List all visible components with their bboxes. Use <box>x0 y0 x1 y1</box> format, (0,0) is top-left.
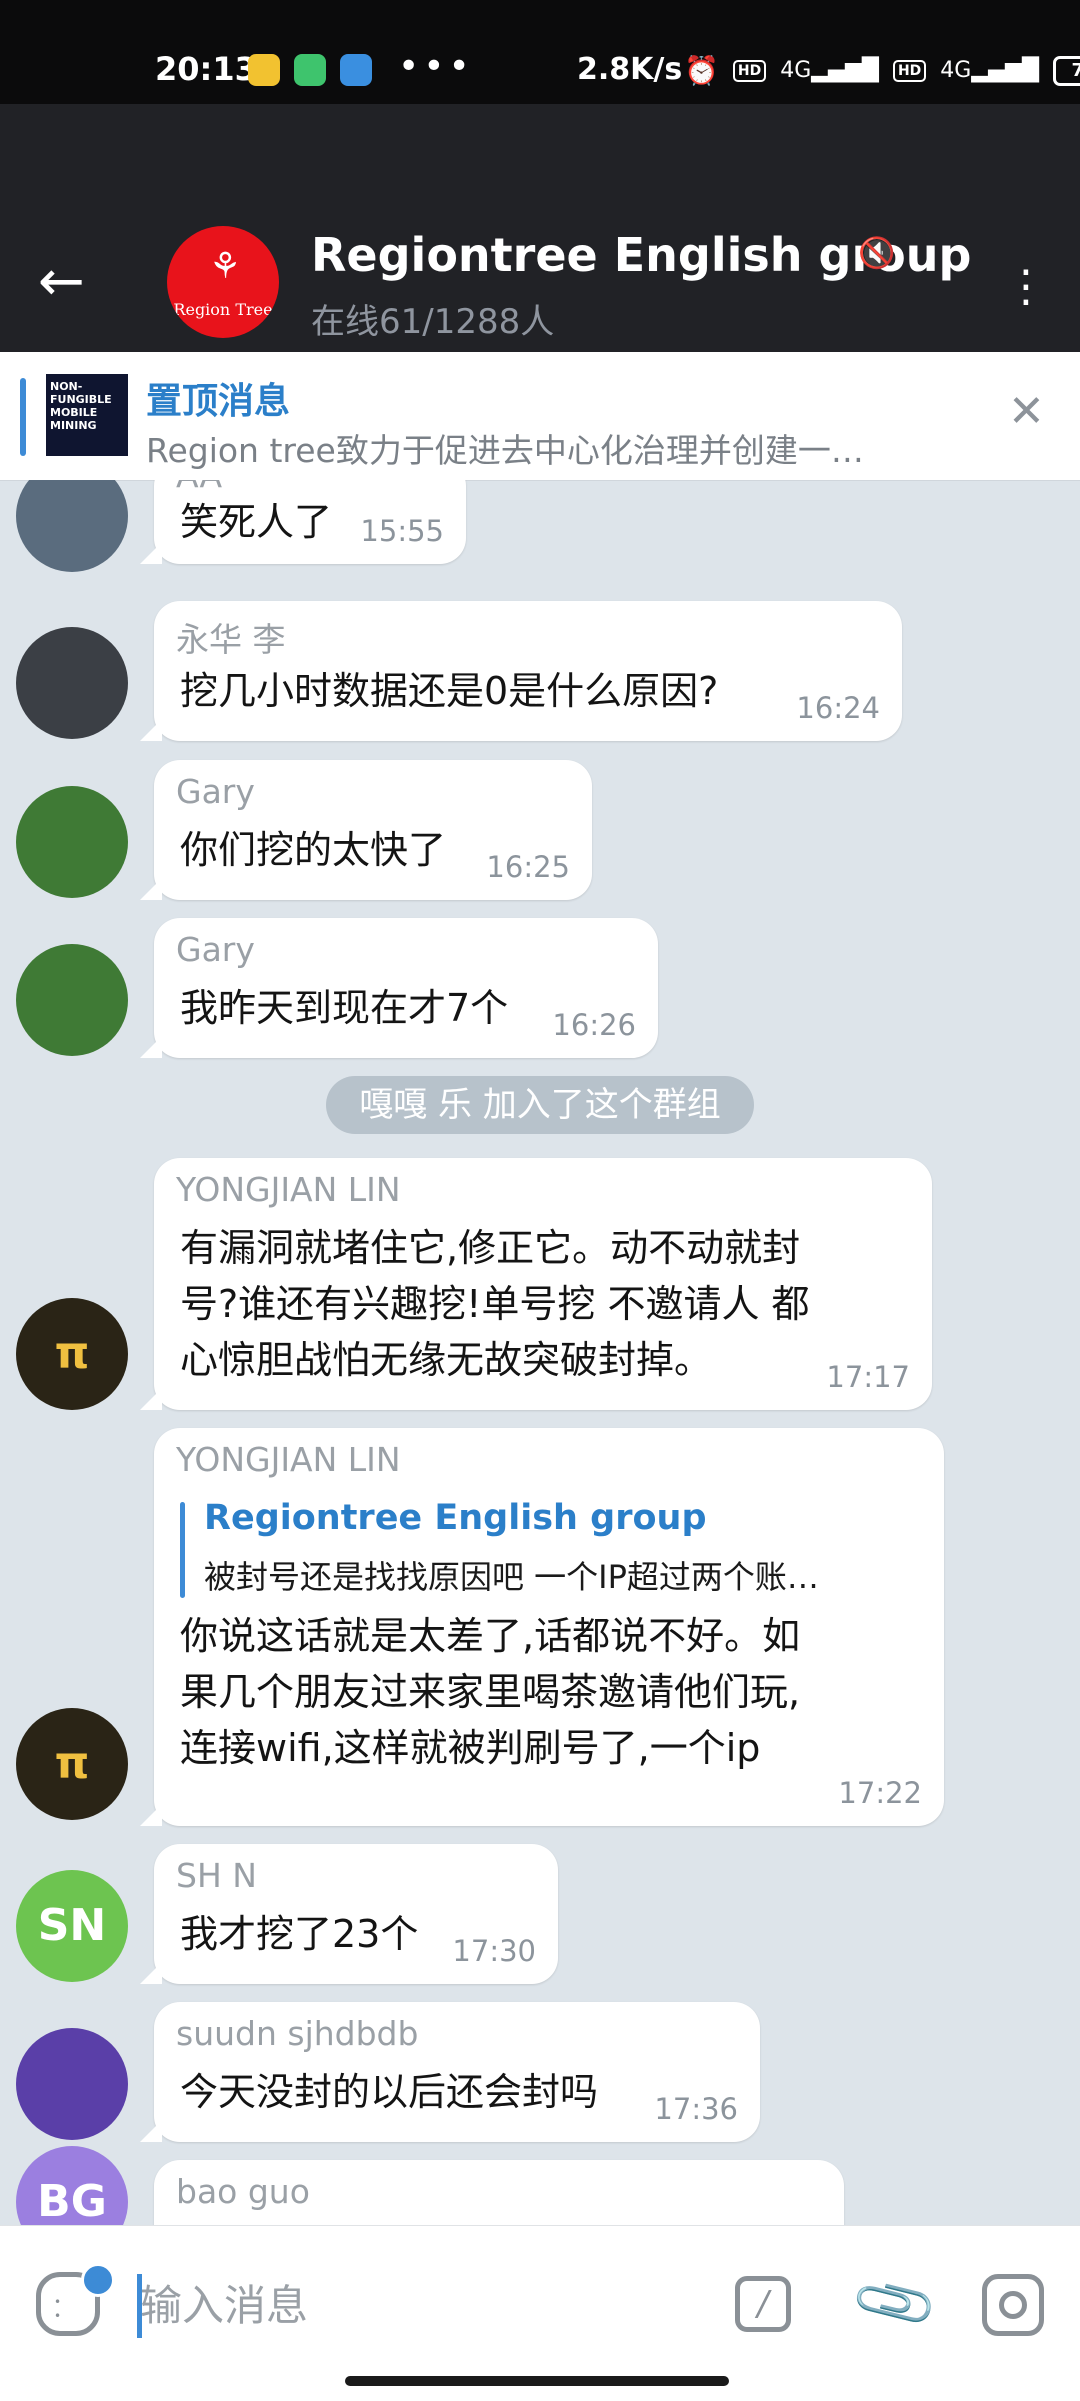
sticker-badge <box>81 2263 115 2297</box>
battery-icon: 78 <box>1053 55 1080 86</box>
sender-name: SH N <box>176 1856 257 1895</box>
chat-header: ← ⚘ Region Tree Regiontree English group… <box>0 104 1080 352</box>
message-text-line: 号?谁还有兴趣挖!单号挖 不邀请人 都 <box>180 1282 810 1326</box>
status-bar: 20:13 ••• 2.8K/s ⏰ HD 4G▂▄▆█ HD 4G▂▄▆█ 7… <box>0 0 1080 104</box>
message-bubble[interactable]: YONGJIAN LIN Regiontree English group 被封… <box>140 1428 944 1826</box>
back-arrow-icon[interactable]: ← <box>38 252 108 312</box>
message-row: π YONGJIAN LIN 有漏洞就堵住它,修正它。动不动就封 号?谁还有兴趣… <box>0 1158 1080 1410</box>
message-text: 挖几小时数据还是0是什么原因? <box>180 669 719 713</box>
user-avatar[interactable]: π <box>16 1298 128 1410</box>
message-bubble[interactable]: Gary 我昨天到现在才7个 16:26 <box>140 918 658 1058</box>
message-time: 17:17 <box>826 1360 910 1394</box>
message-text: 你们挖的太快了 <box>180 828 447 872</box>
reply-preview[interactable]: Regiontree English group 被封号还是找找原因吧 一个IP… <box>180 1496 940 1606</box>
video-app-icon <box>294 54 326 86</box>
pinned-title: 置顶消息 <box>146 381 291 422</box>
composer-bar: • • 输入消息 / 📎 <box>0 2225 1080 2401</box>
message-bubble[interactable]: 永华 李 挖几小时数据还是0是什么原因? 16:24 <box>140 601 902 741</box>
message-row: Gary 我昨天到现在才7个 16:26 <box>0 918 1080 1058</box>
message-bubble[interactable]: SH N 我才挖了23个 17:30 <box>140 1844 558 1984</box>
message-time: 17:22 <box>838 1776 922 1810</box>
pinned-accent-bar <box>20 378 26 456</box>
more-options-icon[interactable]: ⋮ <box>1004 252 1048 322</box>
message-time: 15:55 <box>360 514 444 548</box>
message-time: 16:26 <box>552 1008 636 1042</box>
system-indicators: ⏰ HD 4G▂▄▆█ HD 4G▂▄▆█ 78 <box>684 54 1080 87</box>
pinned-thumbnail: NON-FUNGIBLE MOBILE MINING <box>46 374 128 456</box>
member-count: 在线61/1288人 <box>311 302 555 342</box>
message-text: 笑死人了 <box>180 500 333 544</box>
bot-commands-icon[interactable]: / <box>735 2276 791 2332</box>
message-text: 今天没封的以后还会封吗 <box>180 2070 599 2114</box>
network-speed: 2.8K/s <box>577 52 683 87</box>
telegram-app-icon <box>340 54 372 86</box>
reply-sender: Regiontree English group <box>204 1498 707 1538</box>
message-row: AA 笑死人了 15:55 <box>0 480 1080 572</box>
message-row: π YONGJIAN LIN Regiontree English group … <box>0 1428 1080 1826</box>
user-avatar[interactable] <box>16 2028 128 2140</box>
message-row: SN SH N 我才挖了23个 17:30 <box>0 1844 1080 1984</box>
message-text: 我昨天到现在才7个 <box>180 986 509 1030</box>
sender-name: Gary <box>176 930 255 969</box>
camera-icon[interactable] <box>982 2274 1044 2336</box>
message-row: BG bao guo <box>0 2146 1080 2225</box>
message-row: Gary 你们挖的太快了 16:25 <box>0 760 1080 900</box>
user-avatar[interactable]: SN <box>16 1870 128 1982</box>
user-avatar[interactable] <box>16 627 128 739</box>
muted-icon: 🔇 <box>858 236 896 271</box>
sticker-icon[interactable]: • • <box>36 2263 115 2336</box>
message-text-line: 连接wifi,这样就被判刷号了,一个ip <box>180 1726 761 1770</box>
message-bubble[interactable]: Gary 你们挖的太快了 16:25 <box>140 760 592 900</box>
attach-icon[interactable]: 📎 <box>847 2256 942 2350</box>
pinned-text: Region tree致力于促进去中心化治理并创建一… <box>146 431 864 470</box>
sender-name: bao guo <box>176 2172 310 2211</box>
message-time: 16:24 <box>796 691 880 725</box>
message-bubble[interactable]: bao guo <box>154 2160 844 2225</box>
message-bubble[interactable]: YONGJIAN LIN 有漏洞就堵住它,修正它。动不动就封 号?谁还有兴趣挖!… <box>140 1158 932 1410</box>
hd-badge-2: HD <box>892 59 927 82</box>
tree-logo-icon: ⚘ <box>209 246 242 287</box>
message-row: suudn sjhdbdb 今天没封的以后还会封吗 17:36 <box>0 2002 1080 2142</box>
pinned-message[interactable]: NON-FUNGIBLE MOBILE MINING 置顶消息 Region t… <box>0 352 1080 481</box>
signal-icon-2: 4G▂▄▆█ <box>940 58 1040 83</box>
message-input[interactable]: 输入消息 <box>140 2274 308 2338</box>
avatar-brand-text: Region Tree <box>173 300 273 319</box>
sender-name: suudn sjhdbdb <box>176 2014 419 2053</box>
message-row: 永华 李 挖几小时数据还是0是什么原因? 16:24 <box>0 601 1080 741</box>
message-bubble[interactable]: suudn sjhdbdb 今天没封的以后还会封吗 17:36 <box>140 2002 760 2142</box>
user-avatar[interactable] <box>16 944 128 1056</box>
message-text: 我才挖了23个 <box>180 1912 419 1956</box>
alarm-icon: ⏰ <box>684 54 719 87</box>
hd-badge: HD <box>732 59 767 82</box>
user-avatar[interactable] <box>16 786 128 898</box>
message-text-line: 果几个朋友过来家里喝茶邀请他们玩, <box>180 1670 801 1714</box>
message-list[interactable]: AA 笑死人了 15:55 永华 李 挖几小时数据还是0是什么原因? 16:24… <box>0 480 1080 2225</box>
message-time: 17:30 <box>452 1934 536 1968</box>
user-avatar[interactable]: π <box>16 1708 128 1820</box>
user-avatar[interactable]: BG <box>16 2146 128 2225</box>
notification-icons <box>248 54 372 86</box>
user-avatar[interactable] <box>16 480 128 572</box>
more-notifications-icon: ••• <box>398 46 474 87</box>
system-join-message: 嘎嘎 乐 加入了这个群组 <box>326 1076 754 1134</box>
message-text-line: 心惊胆战怕无缘无故突破封掉。 <box>180 1338 713 1382</box>
status-time: 20:13 <box>155 50 257 88</box>
message-bubble[interactable]: AA 笑死人了 15:55 <box>140 480 466 564</box>
reply-text: 被封号还是找找原因吧 一个IP超过两个账… <box>204 1558 819 1596</box>
home-indicator[interactable] <box>345 2376 729 2386</box>
message-time: 17:36 <box>654 2092 738 2126</box>
app-notification-icon <box>248 54 280 86</box>
reply-accent-bar <box>180 1502 185 1598</box>
sender-name: Gary <box>176 772 255 811</box>
message-time: 16:25 <box>486 850 570 884</box>
sender-name: YONGJIAN LIN <box>176 1170 401 1209</box>
close-pinned-icon[interactable]: ✕ <box>1008 386 1045 437</box>
sender-name: YONGJIAN LIN <box>176 1440 401 1479</box>
sender-name: AA <box>176 480 222 495</box>
message-text-line: 你说这话就是太差了,话都说不好。如 <box>180 1614 801 1658</box>
message-text-line: 有漏洞就堵住它,修正它。动不动就封 <box>180 1226 801 1270</box>
group-avatar[interactable]: ⚘ Region Tree <box>167 226 279 338</box>
signal-icon: 4G▂▄▆█ <box>780 58 879 83</box>
sender-name: 永华 李 <box>176 620 286 659</box>
